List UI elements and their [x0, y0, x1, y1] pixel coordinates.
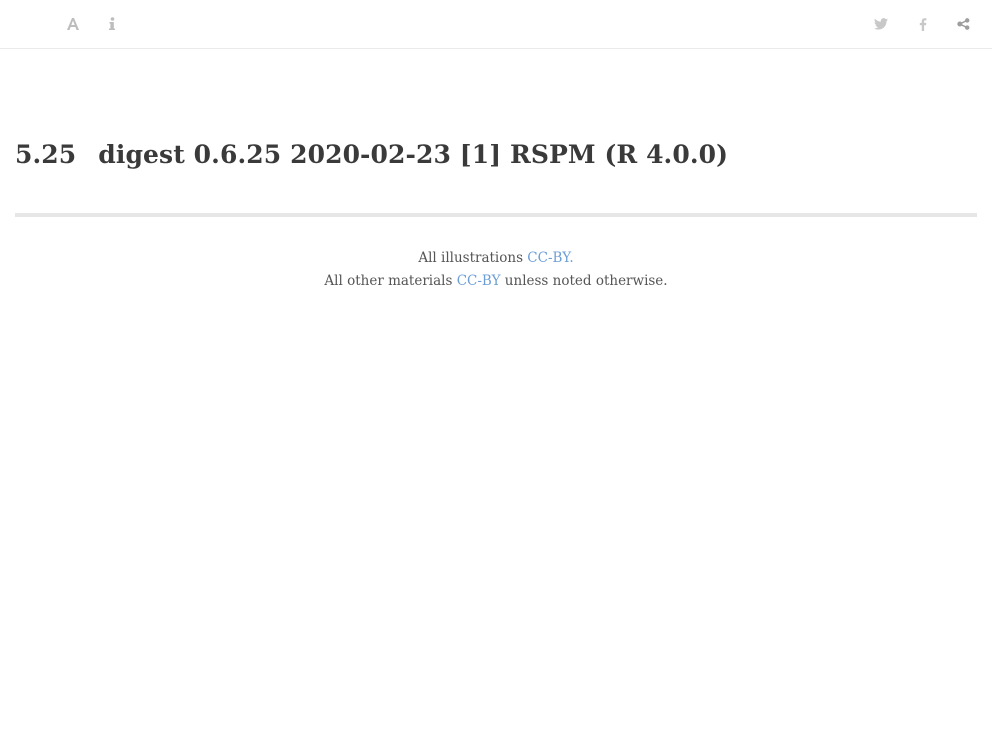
- top-toolbar: [0, 0, 992, 49]
- illustrations-license-link[interactable]: CC-BY.: [527, 250, 573, 266]
- materials-license-suffix: unless noted otherwise.: [500, 273, 668, 289]
- info-icon: [109, 17, 115, 30]
- twitter-button[interactable]: [870, 13, 892, 35]
- info-button[interactable]: [101, 13, 123, 35]
- facebook-icon: [919, 17, 927, 31]
- license-footer: All illustrations CC-BY. All other mater…: [0, 247, 992, 293]
- section-number: 5.25: [15, 140, 77, 169]
- materials-license-line: All other materials CC-BY unless noted o…: [0, 270, 992, 293]
- page-title-text: digest 0.6.25 2020-02-23 [1] RSPM (R 4.0…: [98, 140, 729, 169]
- twitter-icon: [874, 18, 888, 30]
- materials-license-text: All other materials: [324, 273, 457, 289]
- share-button[interactable]: [952, 13, 974, 35]
- divider: [15, 213, 977, 217]
- illustrations-license-text: All illustrations: [418, 250, 528, 266]
- font-icon: [67, 18, 79, 30]
- illustrations-license-line: All illustrations CC-BY.: [0, 247, 992, 270]
- facebook-button[interactable]: [912, 13, 934, 35]
- materials-license-link[interactable]: CC-BY: [457, 273, 501, 289]
- page-title: 5.25 digest 0.6.25 2020-02-23 [1] RSPM (R…: [15, 140, 728, 169]
- share-icon: [956, 18, 969, 30]
- font-settings-button[interactable]: [62, 13, 84, 35]
